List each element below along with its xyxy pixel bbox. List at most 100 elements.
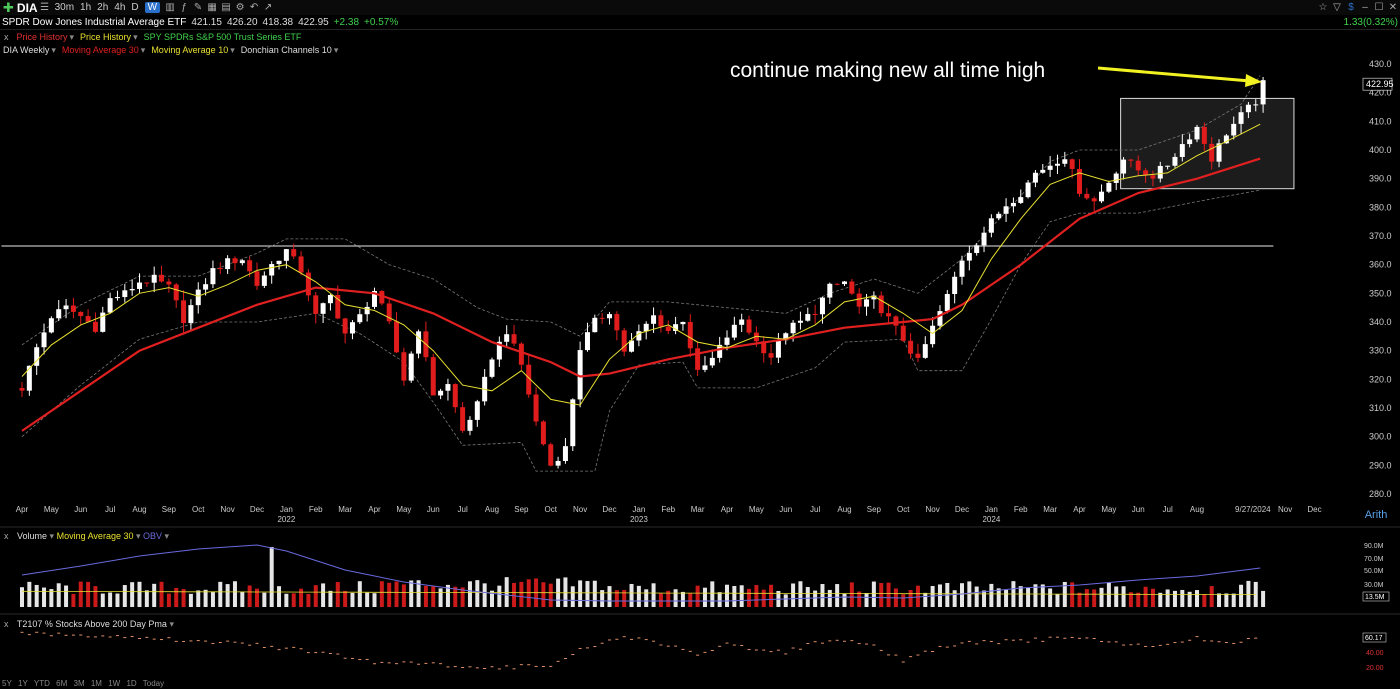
settings-icon[interactable]: ⚙ (235, 2, 245, 13)
candle-body (26, 365, 32, 391)
breadth-tick-label: 40.00 (1366, 650, 1384, 657)
volume-bar (115, 593, 120, 607)
candle-body (1032, 172, 1038, 183)
price-tick-label: 400.0 (1369, 145, 1392, 155)
share-icon[interactable]: ↗ (263, 2, 273, 13)
volume-bar (262, 592, 267, 607)
volume-bar (108, 592, 113, 607)
breadth-pane-label: x T2107 % Stocks Above 200 Day Pma ▾ (4, 619, 174, 629)
candle-body (562, 446, 568, 461)
volume-bar (401, 584, 406, 607)
annotation-arrow-line (1097, 66, 1251, 83)
volume-bar (78, 581, 83, 607)
range-1d[interactable]: 1D (126, 679, 136, 688)
volume-bar (1040, 584, 1045, 607)
volume-bar (93, 586, 98, 607)
volume-bar (754, 585, 759, 607)
candle-body (445, 384, 451, 391)
volume-bar (695, 585, 700, 607)
volume-bar (188, 593, 193, 607)
minimize-icon[interactable]: – (1360, 2, 1370, 13)
candle-body (254, 271, 260, 286)
symbol-label[interactable]: DIA (17, 1, 38, 15)
range-1y[interactable]: 1Y (18, 679, 28, 688)
x-tick-label: Aug (837, 505, 851, 514)
undo-icon[interactable]: ↶ (249, 2, 259, 13)
study-ma10[interactable]: Moving Average 10 (151, 45, 228, 55)
x-tick-label: Jun (1132, 505, 1145, 514)
volume-tick-label: 70.0M (1364, 556, 1384, 563)
range-3m[interactable]: 3M (74, 679, 85, 688)
candle-body (1018, 197, 1024, 203)
draw-icon[interactable]: ✎ (193, 2, 203, 13)
volume-bar (453, 586, 458, 607)
volume-bar (710, 581, 715, 607)
volume-bar (769, 584, 774, 607)
candle-body (291, 249, 297, 257)
candle-body (1209, 143, 1215, 162)
volume-bar (306, 593, 311, 607)
candle-body (408, 353, 414, 381)
candle-body (1121, 159, 1127, 174)
volume-bar (1261, 590, 1266, 607)
indicator-icon[interactable]: ƒ (179, 2, 189, 13)
candle-body (731, 324, 737, 338)
main-chart[interactable]: 280.0 290.0 300.0 310.0 320.0 330.0 340.0 350.0… (0, 0, 1400, 689)
range-6m[interactable]: 6M (56, 679, 67, 688)
interval-d[interactable]: D (131, 2, 138, 13)
volume-bar (570, 586, 575, 607)
study-dia-weekly[interactable]: DIA Weekly (3, 45, 49, 55)
overlay-spy[interactable]: SPY SPDRs S&P 500 Trust Series ETF (144, 32, 302, 42)
x-tick-label: Jul (810, 505, 820, 514)
volume-bar (592, 580, 597, 607)
add-symbol-icon[interactable]: ✚ (3, 0, 14, 16)
volume-bar (952, 590, 957, 607)
interval-w[interactable]: W (144, 2, 161, 13)
candle-body (48, 318, 54, 333)
interval-4h[interactable]: 4h (114, 2, 125, 13)
volume-bar (152, 583, 157, 607)
overlay-price-history-2[interactable]: Price History (80, 32, 131, 42)
quote-close: 422.95 (298, 16, 329, 28)
range-1m[interactable]: 1M (91, 679, 102, 688)
chart-type-icon[interactable]: ▥ (165, 2, 175, 13)
breadth-label[interactable]: T2107 % Stocks Above 200 Day Pma (17, 619, 167, 629)
maximize-icon[interactable]: ☐ (1374, 2, 1384, 13)
list-icon[interactable]: ☰ (40, 2, 50, 13)
interval-30m[interactable]: 30m (55, 2, 74, 13)
volume-label[interactable]: Volume (17, 531, 47, 541)
study-donchian[interactable]: Donchian Channels 10 (241, 45, 332, 55)
volume-bar (42, 587, 47, 607)
overlay-price-history-1[interactable]: Price History (17, 32, 68, 42)
x-tick-label: Jul (458, 505, 468, 514)
range-1w[interactable]: 1W (108, 679, 120, 688)
candle-body (232, 258, 238, 264)
overlay-close-x[interactable]: x (4, 32, 9, 42)
candle-body (1069, 159, 1075, 169)
candle-body (908, 340, 914, 354)
candle-body (1253, 104, 1259, 106)
close-window-icon[interactable]: ✕ (1388, 2, 1398, 13)
candle-body (856, 293, 862, 307)
volume-bar (585, 581, 590, 607)
study-ma30[interactable]: Moving Average 30 (62, 45, 139, 55)
filter-icon[interactable]: ▽ (1332, 2, 1342, 13)
interval-1h[interactable]: 1h (80, 2, 91, 13)
alert-icon[interactable]: ☆ (1318, 2, 1328, 13)
volume-bar (475, 580, 480, 607)
candle-body (790, 322, 796, 334)
grid-icon[interactable]: ▤ (221, 2, 231, 13)
range-today[interactable]: Today (143, 679, 164, 688)
candle-body (195, 289, 201, 306)
x-tick-label: Sep (162, 505, 177, 514)
interval-2h[interactable]: 2h (97, 2, 108, 13)
obv-label[interactable]: OBV (143, 531, 162, 541)
candle-body (930, 325, 936, 345)
volume-ma-label[interactable]: Moving Average 30 (57, 531, 134, 541)
volume-bar (1180, 589, 1185, 607)
candle-body (702, 365, 708, 370)
range-ytd[interactable]: YTD (34, 679, 50, 688)
range-5y[interactable]: 5Y (2, 679, 12, 688)
dollar-icon[interactable]: $ (1346, 2, 1356, 13)
layout-icon[interactable]: ▦ (207, 2, 217, 13)
